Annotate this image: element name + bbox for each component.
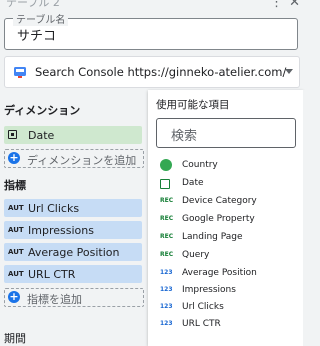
search-placeholder: 検索 xyxy=(171,129,198,144)
text-type-icon: REC xyxy=(160,233,174,240)
right-gutter xyxy=(303,90,318,346)
more-vert-icon[interactable]: ⋮ xyxy=(270,0,289,10)
field-item[interactable]: 123 Url Clicks xyxy=(160,300,300,316)
header-icons: ⋮✕ xyxy=(270,0,306,10)
number-type-icon: 123 xyxy=(160,303,173,310)
text-type-icon: REC xyxy=(160,251,174,258)
panel-title: テーブル 2 xyxy=(6,0,60,9)
table-name-field[interactable]: テーブル名 サチコ xyxy=(4,11,298,50)
metric-chip[interactable]: AUT Url Clicks xyxy=(4,199,142,217)
field-item[interactable]: REC Landing Page xyxy=(160,230,300,246)
aut-tag: AUT xyxy=(8,204,24,212)
field-label: Impressions xyxy=(182,285,236,295)
field-item[interactable]: 123 Impressions xyxy=(160,283,300,299)
period-title: 期間 xyxy=(4,332,26,345)
field-item[interactable]: Date xyxy=(160,176,300,192)
aut-tag: AUT xyxy=(8,248,24,256)
field-label: Landing Page xyxy=(182,232,243,242)
close-icon[interactable]: ✕ xyxy=(289,0,306,10)
globe-icon xyxy=(160,159,172,171)
text-type-icon: REC xyxy=(160,215,174,222)
add-metric-button[interactable]: + 指標を追加 xyxy=(4,288,144,307)
field-item[interactable]: 123 URL CTR xyxy=(160,317,300,333)
field-label: URL CTR xyxy=(182,319,221,329)
metric-chip[interactable]: AUT URL CTR xyxy=(4,265,142,283)
number-type-icon: 123 xyxy=(160,269,173,276)
number-type-icon: 123 xyxy=(160,320,173,327)
add-dimension-label: ディメンションを追加 xyxy=(27,154,137,167)
aut-tag: AUT xyxy=(8,270,24,278)
field-item[interactable]: REC Google Property xyxy=(160,212,300,228)
field-label: Google Property xyxy=(182,214,255,224)
dimension-chip-date[interactable]: Date xyxy=(4,126,142,144)
field-item[interactable]: REC Device Category xyxy=(160,194,300,210)
metric-chip[interactable]: AUT Impressions xyxy=(4,221,142,239)
chevron-down-icon[interactable] xyxy=(285,69,293,74)
add-icon: + xyxy=(8,290,20,303)
data-source-selector[interactable]: Search Console https://ginneko-atelier.c… xyxy=(4,56,300,88)
text-type-icon: REC xyxy=(160,197,174,204)
number-type-icon: 123 xyxy=(160,286,173,293)
field-label: Device Category xyxy=(182,196,257,206)
field-label: Average Position xyxy=(182,268,257,278)
metric-label: Impressions xyxy=(28,224,94,237)
field-label: Url Clicks xyxy=(182,302,224,312)
search-console-icon xyxy=(14,67,26,78)
calendar-icon xyxy=(160,179,170,189)
add-dimension-button[interactable]: + ディメンションを追加 xyxy=(4,149,144,168)
dimensions-title: ディメンション xyxy=(4,104,81,117)
field-item[interactable]: Country xyxy=(160,158,300,174)
data-source-label: Search Console https://ginneko-atelier.c… xyxy=(35,65,287,79)
add-metric-label: 指標を追加 xyxy=(27,293,82,306)
calendar-icon xyxy=(8,130,17,139)
field-label: Date xyxy=(182,178,204,188)
metrics-title: 指標 xyxy=(4,179,26,192)
metric-chip[interactable]: AUT Average Position xyxy=(4,243,142,261)
metric-label: URL CTR xyxy=(28,268,76,281)
config-column: ディメンション Date + ディメンションを追加 指標 AUT Url Cli… xyxy=(0,90,148,346)
available-fields-panel: 使用可能な項目 検索 Country Date REC Device Categ… xyxy=(148,90,303,346)
metric-label: Average Position xyxy=(28,246,120,259)
field-item[interactable]: 123 Average Position xyxy=(160,266,300,282)
panel-header: テーブル 2 ⋮✕ xyxy=(0,0,318,10)
metric-label: Url Clicks xyxy=(28,202,80,215)
aut-tag: AUT xyxy=(8,226,24,234)
add-icon: + xyxy=(8,151,20,164)
dimension-label: Date xyxy=(28,129,55,142)
available-fields-title: 使用可能な項目 xyxy=(156,99,230,111)
field-label: Query xyxy=(182,250,210,260)
field-item[interactable]: REC Query xyxy=(160,248,300,264)
search-field[interactable]: 検索 xyxy=(156,118,296,148)
field-label: Country xyxy=(182,160,218,170)
table-name-value[interactable]: サチコ xyxy=(17,25,56,44)
table-name-label: テーブル名 xyxy=(13,11,69,26)
